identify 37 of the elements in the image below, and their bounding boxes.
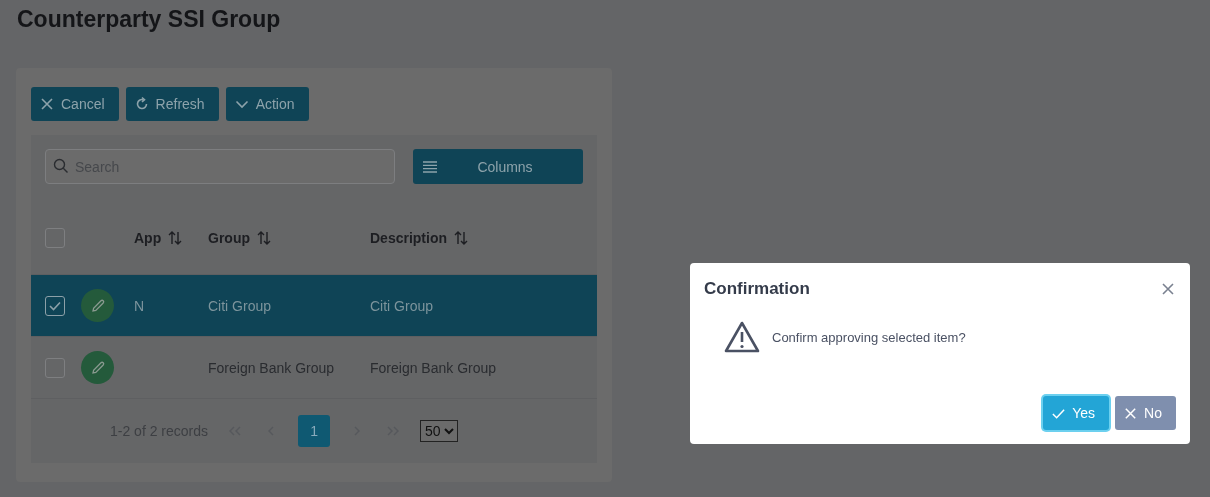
warning-icon	[724, 321, 760, 353]
table-row[interactable]: Foreign Bank Group Foreign Bank Group	[31, 336, 597, 398]
yes-button[interactable]: Yes	[1043, 396, 1110, 430]
toolbar-button[interactable]: Action	[225, 87, 309, 121]
close-icon	[1123, 405, 1139, 421]
dialog-message: Confirm approving selected item?	[772, 329, 966, 345]
page-title: Counterparty SSI Group	[17, 6, 281, 33]
no-button[interactable]: No	[1115, 396, 1176, 430]
checkbox[interactable]	[45, 295, 65, 316]
table-cell-text: Foreign Bank Group	[208, 359, 336, 376]
table-cell-text: Citi Group	[370, 297, 435, 314]
checkbox[interactable]	[45, 228, 65, 248]
table-cell-text: Foreign Bank Group	[370, 359, 498, 376]
columns-button[interactable]: Columns	[413, 149, 583, 184]
column-header[interactable]: Group	[208, 230, 250, 246]
list-icon	[423, 160, 437, 173]
sort-icon[interactable]	[453, 230, 469, 246]
pencil-icon	[89, 297, 106, 314]
dialog-title: Confirmation	[704, 279, 810, 299]
close-icon	[39, 96, 55, 112]
search-icon	[53, 158, 69, 174]
edit-button[interactable]	[81, 351, 114, 384]
page-button[interactable]: 1	[298, 415, 331, 447]
table-cell-text: Citi Group	[208, 297, 273, 314]
toolbar-button[interactable]: Refresh	[125, 87, 219, 121]
close-icon[interactable]	[1160, 281, 1176, 297]
sort-icon[interactable]	[256, 230, 272, 246]
column-header[interactable]: Description	[370, 230, 447, 246]
edit-button[interactable]	[81, 289, 114, 322]
toolbar-button[interactable]: Cancel	[31, 87, 119, 121]
page-size-select[interactable]: 50	[420, 420, 459, 442]
column-header[interactable]: App	[134, 230, 162, 246]
pencil-icon	[89, 359, 106, 376]
table-cell-text: N	[134, 297, 146, 314]
sort-icon[interactable]	[167, 230, 184, 246]
checkbox[interactable]	[45, 357, 65, 378]
table-row[interactable]: N Citi Group Citi Group	[31, 274, 597, 336]
